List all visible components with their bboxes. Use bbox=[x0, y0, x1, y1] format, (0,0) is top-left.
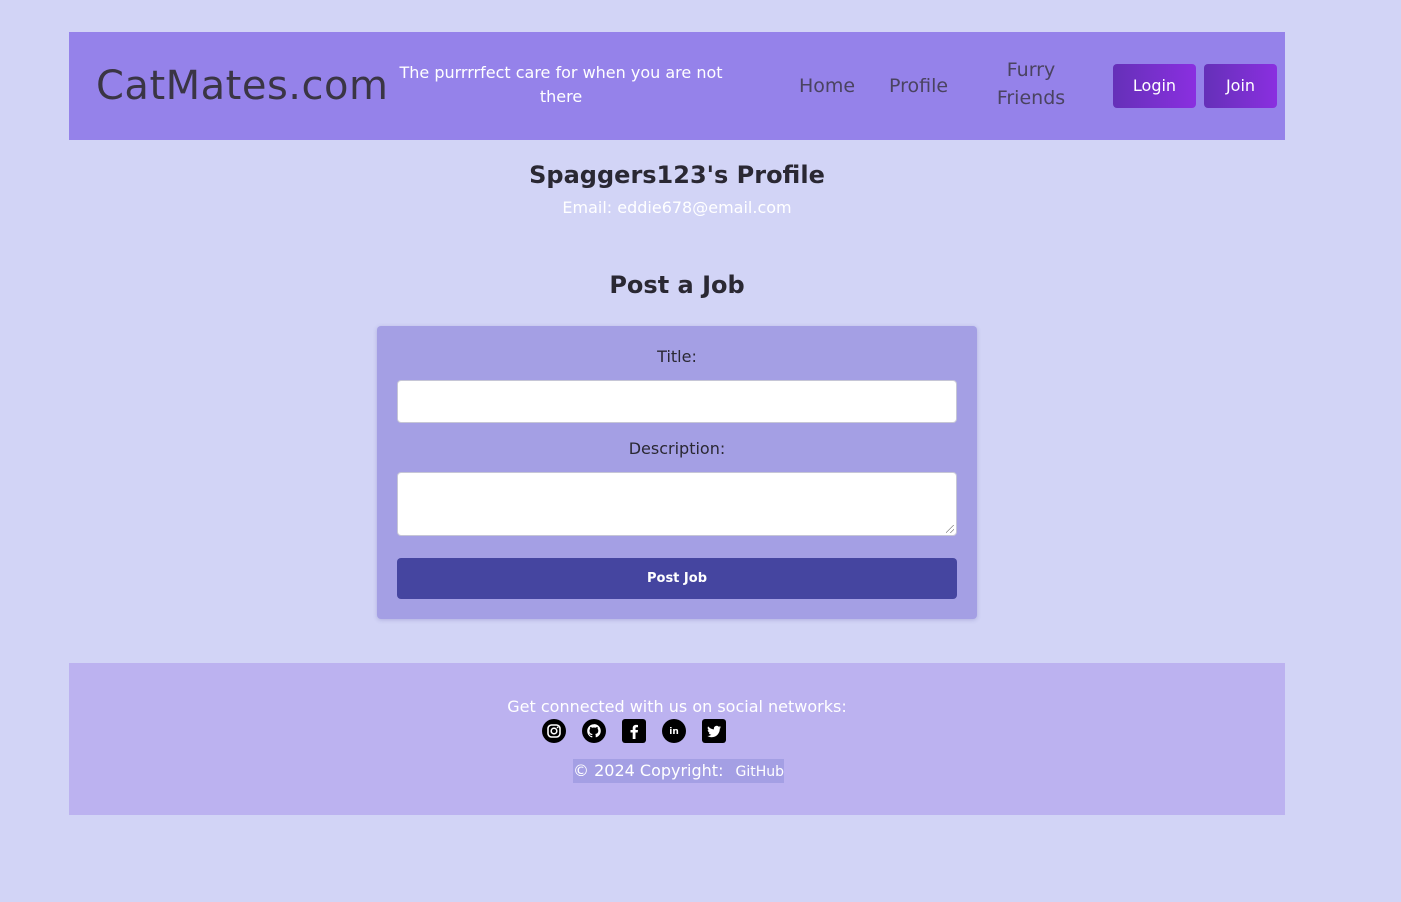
title-input[interactable] bbox=[397, 380, 957, 423]
social-text: Get connected with us on social networks… bbox=[507, 697, 847, 716]
copyright: © 2024 Copyright: GitHub bbox=[573, 759, 784, 783]
post-job-form: Title: Description: Post Job bbox=[377, 326, 977, 619]
nav-home[interactable]: Home bbox=[799, 72, 855, 100]
title-label: Title: bbox=[657, 347, 697, 366]
post-job-heading: Post a Job bbox=[609, 271, 745, 299]
site-header: CatMates.com The purrrrfect care for whe… bbox=[69, 32, 1285, 140]
description-label: Description: bbox=[628, 439, 726, 458]
site-footer: Get connected with us on social networks… bbox=[69, 663, 1285, 815]
post-job-button[interactable]: Post Job bbox=[397, 558, 957, 599]
github-icon[interactable] bbox=[582, 719, 606, 743]
twitter-icon[interactable] bbox=[702, 719, 726, 743]
copyright-text: © 2024 Copyright: bbox=[573, 761, 724, 780]
brand-logo[interactable]: CatMates.com bbox=[96, 62, 388, 110]
linkedin-icon[interactable]: in bbox=[662, 719, 686, 743]
resize-handle-icon[interactable] bbox=[946, 525, 954, 533]
social-icons: in bbox=[542, 719, 726, 743]
profile-title: Spaggers123's Profile bbox=[529, 161, 825, 189]
profile-email: Email: eddie678@email.com bbox=[562, 198, 792, 217]
facebook-icon[interactable] bbox=[622, 719, 646, 743]
svg-text:in: in bbox=[669, 727, 679, 737]
tagline: The purrrrfect care for when you are not… bbox=[399, 63, 723, 106]
copyright-github-link[interactable]: GitHub bbox=[735, 764, 784, 780]
instagram-icon[interactable] bbox=[542, 719, 566, 743]
nav-profile[interactable]: Profile bbox=[889, 72, 948, 100]
join-button[interactable]: Join bbox=[1204, 64, 1277, 108]
description-textarea[interactable] bbox=[397, 472, 957, 536]
nav-furry-friends[interactable]: Furry Friends bbox=[985, 56, 1077, 112]
page: CatMates.com The purrrrfect care for whe… bbox=[69, 32, 1285, 815]
login-button[interactable]: Login bbox=[1113, 64, 1196, 108]
